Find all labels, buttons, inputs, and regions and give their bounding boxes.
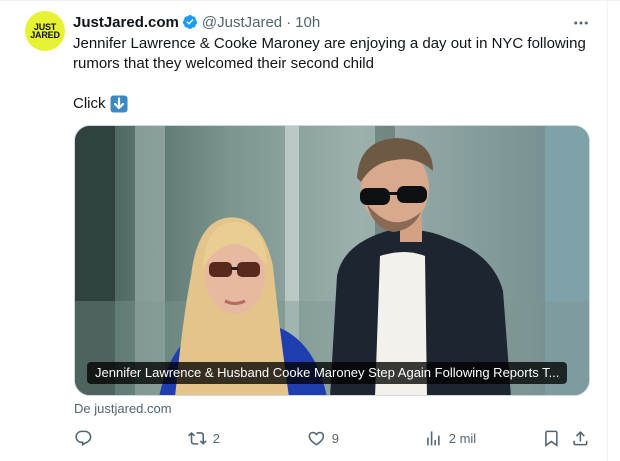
retweet-icon xyxy=(188,431,207,445)
tweet-header: JustJared.com @JustJared · 10h xyxy=(73,12,320,32)
more-options-icon[interactable] xyxy=(572,14,590,32)
retweet-count: 2 xyxy=(212,430,220,446)
views-count: 2 mil xyxy=(448,430,477,446)
tweet-body: Jennifer Lawrence & Cooke Maroney are en… xyxy=(73,35,586,72)
reply-button[interactable] xyxy=(74,426,99,450)
top-divider xyxy=(0,0,620,1)
avatar[interactable]: JUST JARED xyxy=(25,11,65,51)
reply-icon xyxy=(75,430,92,446)
click-line: Click xyxy=(73,94,128,114)
views-chart-icon xyxy=(427,430,440,446)
bookmark-button[interactable] xyxy=(542,426,561,450)
share-button[interactable] xyxy=(571,426,590,450)
link-card-caption[interactable]: Jennifer Lawrence & Husband Cooke Marone… xyxy=(87,362,568,384)
photo-scene xyxy=(75,126,589,395)
verified-badge-icon xyxy=(182,15,197,29)
click-text: Click xyxy=(73,95,106,112)
link-source[interactable]: De justjared.com xyxy=(74,401,172,417)
separator-dot: · xyxy=(286,13,292,31)
retweet-button[interactable]: 2 xyxy=(188,426,220,450)
avatar-text-jared: JARED xyxy=(30,30,60,40)
tweet-text: Jennifer Lawrence & Cooke Maroney are en… xyxy=(73,34,598,74)
views-button[interactable]: 2 mil xyxy=(424,426,476,450)
share-icon xyxy=(573,430,588,446)
link-card-image[interactable]: Jennifer Lawrence & Husband Cooke Marone… xyxy=(74,125,590,396)
handle[interactable]: @JustJared xyxy=(202,14,282,31)
tweet-actions: 2 9 2 mil xyxy=(73,426,593,450)
like-button[interactable]: 9 xyxy=(307,426,339,450)
timestamp[interactable]: 10h xyxy=(295,14,320,31)
display-name[interactable]: JustJared.com xyxy=(73,14,179,31)
like-count: 9 xyxy=(331,430,339,446)
bookmark-icon xyxy=(545,430,558,447)
down-arrow-emoji-icon xyxy=(110,95,127,113)
timeline-border xyxy=(607,0,608,461)
heart-icon xyxy=(308,431,325,446)
